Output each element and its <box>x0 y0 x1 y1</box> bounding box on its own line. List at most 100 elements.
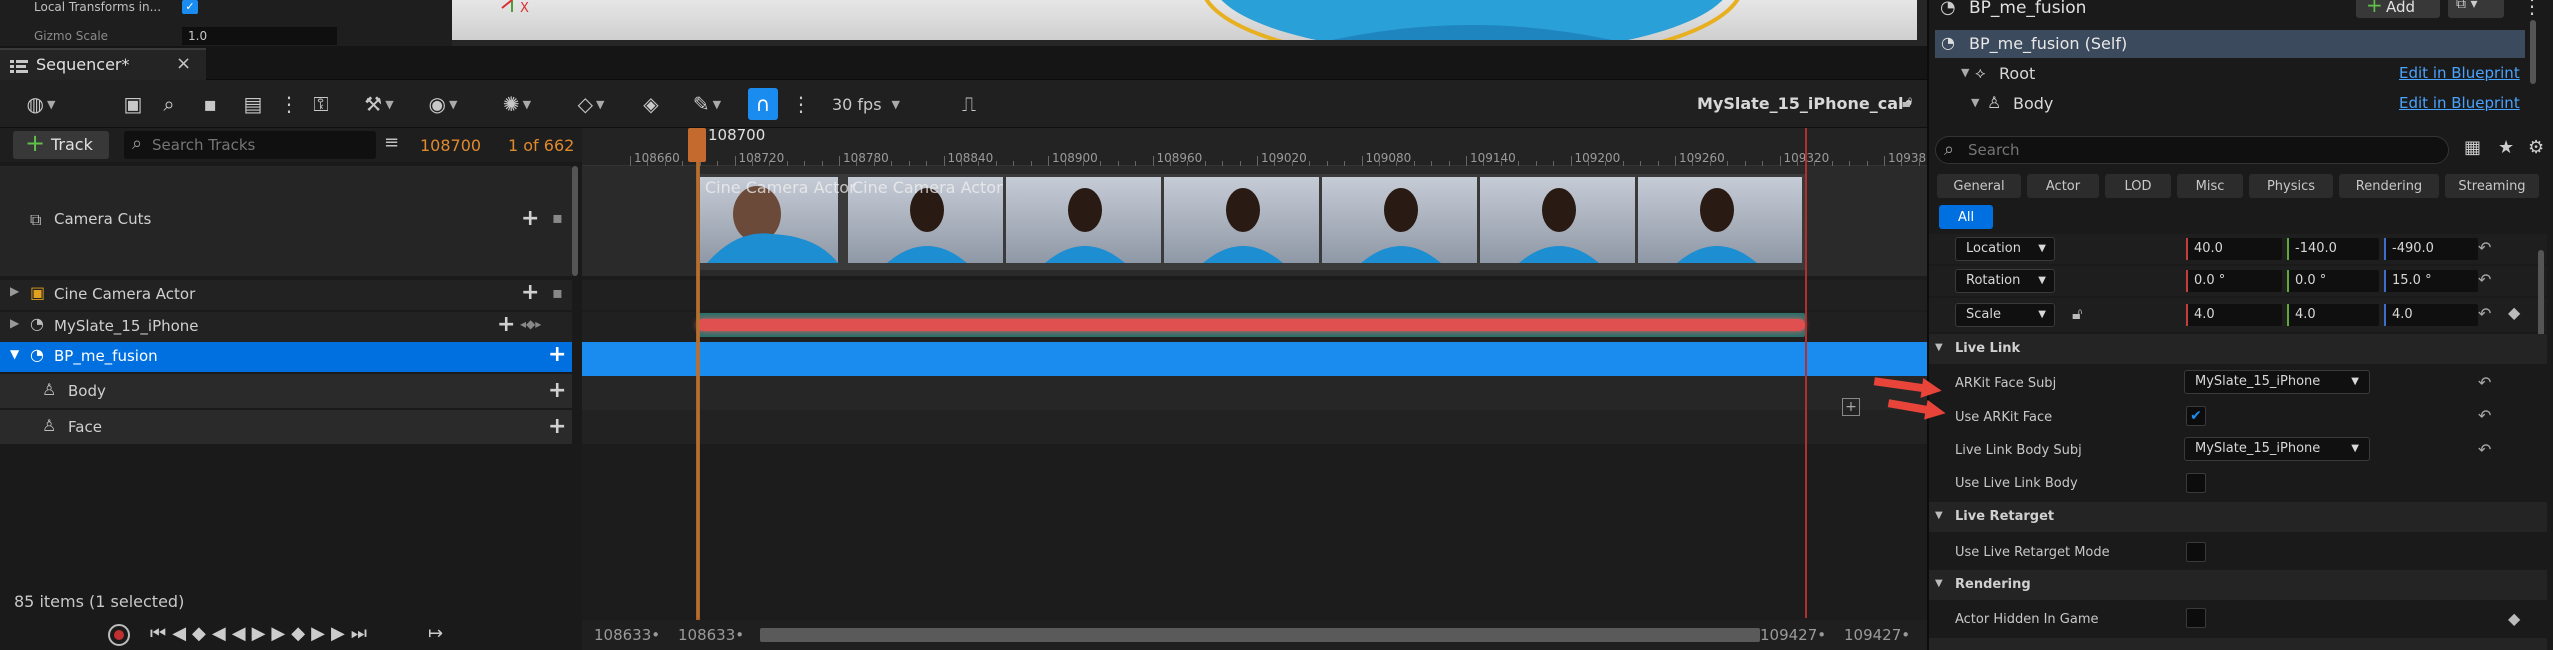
checkbox-checked[interactable]: ✓ <box>182 0 198 14</box>
add-track-button[interactable]: + Track <box>13 129 109 159</box>
track-row-myslate[interactable]: ▶ ◔ MySlate_15_iPhone + ◂◆▸ <box>0 312 572 342</box>
fps-dropdown[interactable]: 30 fps ▼ <box>826 88 906 120</box>
key-interp-button[interactable]: ◇ ▼ <box>568 88 614 120</box>
category-general[interactable]: General <box>1937 174 2021 198</box>
myslate-section[interactable] <box>697 313 1805 337</box>
level-viewport[interactable]: X <box>452 0 1917 40</box>
range-end-inner[interactable]: 109427• <box>1760 626 1826 644</box>
category-misc[interactable]: Misc <box>2177 174 2243 198</box>
add-component-button[interactable]: + Add <box>2356 0 2440 18</box>
reset-arrow-icon[interactable]: ↶ <box>2478 373 2491 392</box>
lock-icon[interactable]: 🔓︎ <box>2072 304 2082 324</box>
edit-in-blueprint-link[interactable]: Edit in Blueprint <box>2399 64 2520 82</box>
timeline-scrollbar[interactable] <box>760 628 1760 642</box>
chevron-down-icon[interactable]: ▼ <box>1971 96 1979 109</box>
arkit-face-subj-dropdown[interactable]: MySlate_15_iPhone ▼ <box>2184 370 2370 394</box>
key-button[interactable]: ⚿ <box>306 88 336 120</box>
reset-arrow-icon[interactable]: ↶ <box>2478 304 2491 323</box>
find-asset-button[interactable]: ⌕ <box>154 88 184 120</box>
playhead-handle[interactable] <box>688 128 706 162</box>
key-nav-icon[interactable]: ◂◆▸ <box>520 317 541 331</box>
snap-toggle-button[interactable]: ∩ <box>748 88 778 120</box>
component-row-root[interactable]: ▼ ⟡ Root Edit in Blueprint <box>1935 60 2525 88</box>
view-options-button[interactable]: ◉ ▼ <box>420 88 466 120</box>
render-movie-button[interactable]: ▪ <box>195 88 225 120</box>
reset-arrow-icon[interactable]: ↶ <box>2478 440 2491 459</box>
add-button[interactable]: + <box>497 314 515 336</box>
filter-icon[interactable]: ≡ <box>384 132 399 153</box>
details-search-input[interactable] <box>1968 140 2428 160</box>
auto-key-button[interactable]: ◈ <box>636 88 666 120</box>
category-all[interactable]: All <box>1939 205 1993 229</box>
chevron-down-icon[interactable]: ▼ <box>10 347 19 361</box>
range-start-outer[interactable]: 108633• <box>594 626 660 644</box>
more-options-button[interactable]: ⋮ <box>279 88 299 120</box>
add-button[interactable]: + <box>548 380 566 402</box>
playhead-line[interactable] <box>696 130 700 620</box>
body-subj-dropdown[interactable]: MySlate_15_iPhone ▼ <box>2184 437 2370 461</box>
chevron-right-icon[interactable]: ▶ <box>10 316 19 330</box>
track-row-body[interactable]: ♙ Body + <box>0 374 572 408</box>
section-live-retarget[interactable]: ▼ Live Retarget <box>1929 502 2547 532</box>
blueprint-options-button[interactable]: ⧉ ▾ <box>2448 0 2504 18</box>
record-button[interactable] <box>108 624 130 646</box>
edit-mode-button[interactable]: ✎ ▼ <box>684 88 730 120</box>
category-actor[interactable]: Actor <box>2027 174 2099 198</box>
use-arkit-face-checkbox[interactable]: ✔ <box>2186 406 2206 426</box>
search-tracks-input[interactable] <box>152 134 370 156</box>
track-row-bp-me-fusion[interactable]: ▼ ◔ BP_me_fusion + <box>0 342 572 372</box>
close-tab-button[interactable]: × <box>176 53 191 74</box>
section-live-link[interactable]: ▼ Live Link <box>1929 334 2547 364</box>
category-physics[interactable]: Physics <box>2249 174 2333 198</box>
world-button[interactable]: ◍ ▼ <box>18 88 64 120</box>
rotation-z-field[interactable]: 15.0 ° <box>2384 270 2478 292</box>
lock-icon[interactable]: 🔓︎ <box>1902 92 1912 112</box>
scale-x-field[interactable]: 4.0 <box>2186 304 2282 326</box>
table-view-icon[interactable]: ▦ <box>2464 137 2481 158</box>
add-key-icon[interactable]: ◆ <box>2508 303 2520 322</box>
category-rendering[interactable]: Rendering <box>2339 174 2439 198</box>
section-rendering[interactable]: ▼ Rendering <box>1929 570 2547 600</box>
camera-cut-section[interactable]: Cine Camera Actor Cine Camera Actor <box>697 174 1805 270</box>
use-live-link-body-checkbox[interactable] <box>2186 473 2206 493</box>
use-live-retarget-mode-checkbox[interactable] <box>2186 542 2206 562</box>
add-button[interactable]: + <box>548 344 566 366</box>
transport-controls[interactable]: ⏮◀◆◀◀▶▶◆▶▶⏭ <box>150 623 373 644</box>
curve-editor-button[interactable]: ⎍ <box>954 88 984 120</box>
rotation-y-field[interactable]: 0.0 ° <box>2287 270 2379 292</box>
reset-arrow-icon[interactable]: ↶ <box>2478 238 2491 257</box>
settings-button[interactable]: ⚒ ▼ <box>356 88 402 120</box>
component-self-row[interactable]: ◔ BP_me_fusion (Self) <box>1935 30 2525 58</box>
add-key-icon[interactable]: ◆ <box>2508 609 2520 628</box>
track-row-face[interactable]: ♙ Face + <box>0 410 572 444</box>
current-frame[interactable]: 108700 <box>420 136 481 155</box>
chevron-right-icon[interactable]: ▶ <box>10 284 19 298</box>
kebab-icon[interactable]: ⋮ <box>2522 0 2542 18</box>
scale-dropdown[interactable]: Scale ▼ <box>1955 303 2055 327</box>
clapper-button[interactable]: ▤ <box>238 88 268 120</box>
category-lod[interactable]: LOD <box>2105 174 2171 198</box>
save-button[interactable]: ▣ <box>118 88 148 120</box>
location-z-field[interactable]: -490.0 <box>2384 238 2478 260</box>
category-streaming[interactable]: Streaming <box>2445 174 2539 198</box>
loop-icon[interactable]: ↦ <box>428 623 443 644</box>
number-field[interactable]: 1.0 <box>182 27 337 45</box>
sequence-name[interactable]: MySlate_15_iPhone_cal• <box>1697 94 1914 113</box>
add-button[interactable]: + <box>521 282 539 304</box>
edit-in-blueprint-link[interactable]: Edit in Blueprint <box>2399 94 2520 112</box>
scale-y-field[interactable]: 4.0 <box>2287 304 2379 326</box>
add-key-button[interactable]: + <box>1842 398 1860 416</box>
location-x-field[interactable]: 40.0 <box>2186 238 2282 260</box>
star-icon[interactable]: ★ <box>2498 137 2514 158</box>
actor-hidden-in-game-checkbox[interactable] <box>2186 608 2206 628</box>
component-row-body[interactable]: ▼ ♙ Body Edit in Blueprint <box>1935 90 2525 118</box>
track-row-camera-cuts[interactable]: ⧉ Camera Cuts + ▪ <box>0 166 572 276</box>
actor-name[interactable]: BP_me_fusion <box>1969 0 2086 18</box>
playback-options-button[interactable]: ✺ ▼ <box>494 88 540 120</box>
range-end-outer[interactable]: 109427• <box>1844 626 1910 644</box>
outliner-scrollbar[interactable] <box>572 166 578 276</box>
snap-options-button[interactable]: ⋮ <box>791 88 811 120</box>
scale-z-field[interactable]: 4.0 <box>2384 304 2478 326</box>
tab-sequencer[interactable]: Sequencer* × <box>0 48 206 80</box>
camera-icon[interactable]: ▪ <box>552 283 563 302</box>
